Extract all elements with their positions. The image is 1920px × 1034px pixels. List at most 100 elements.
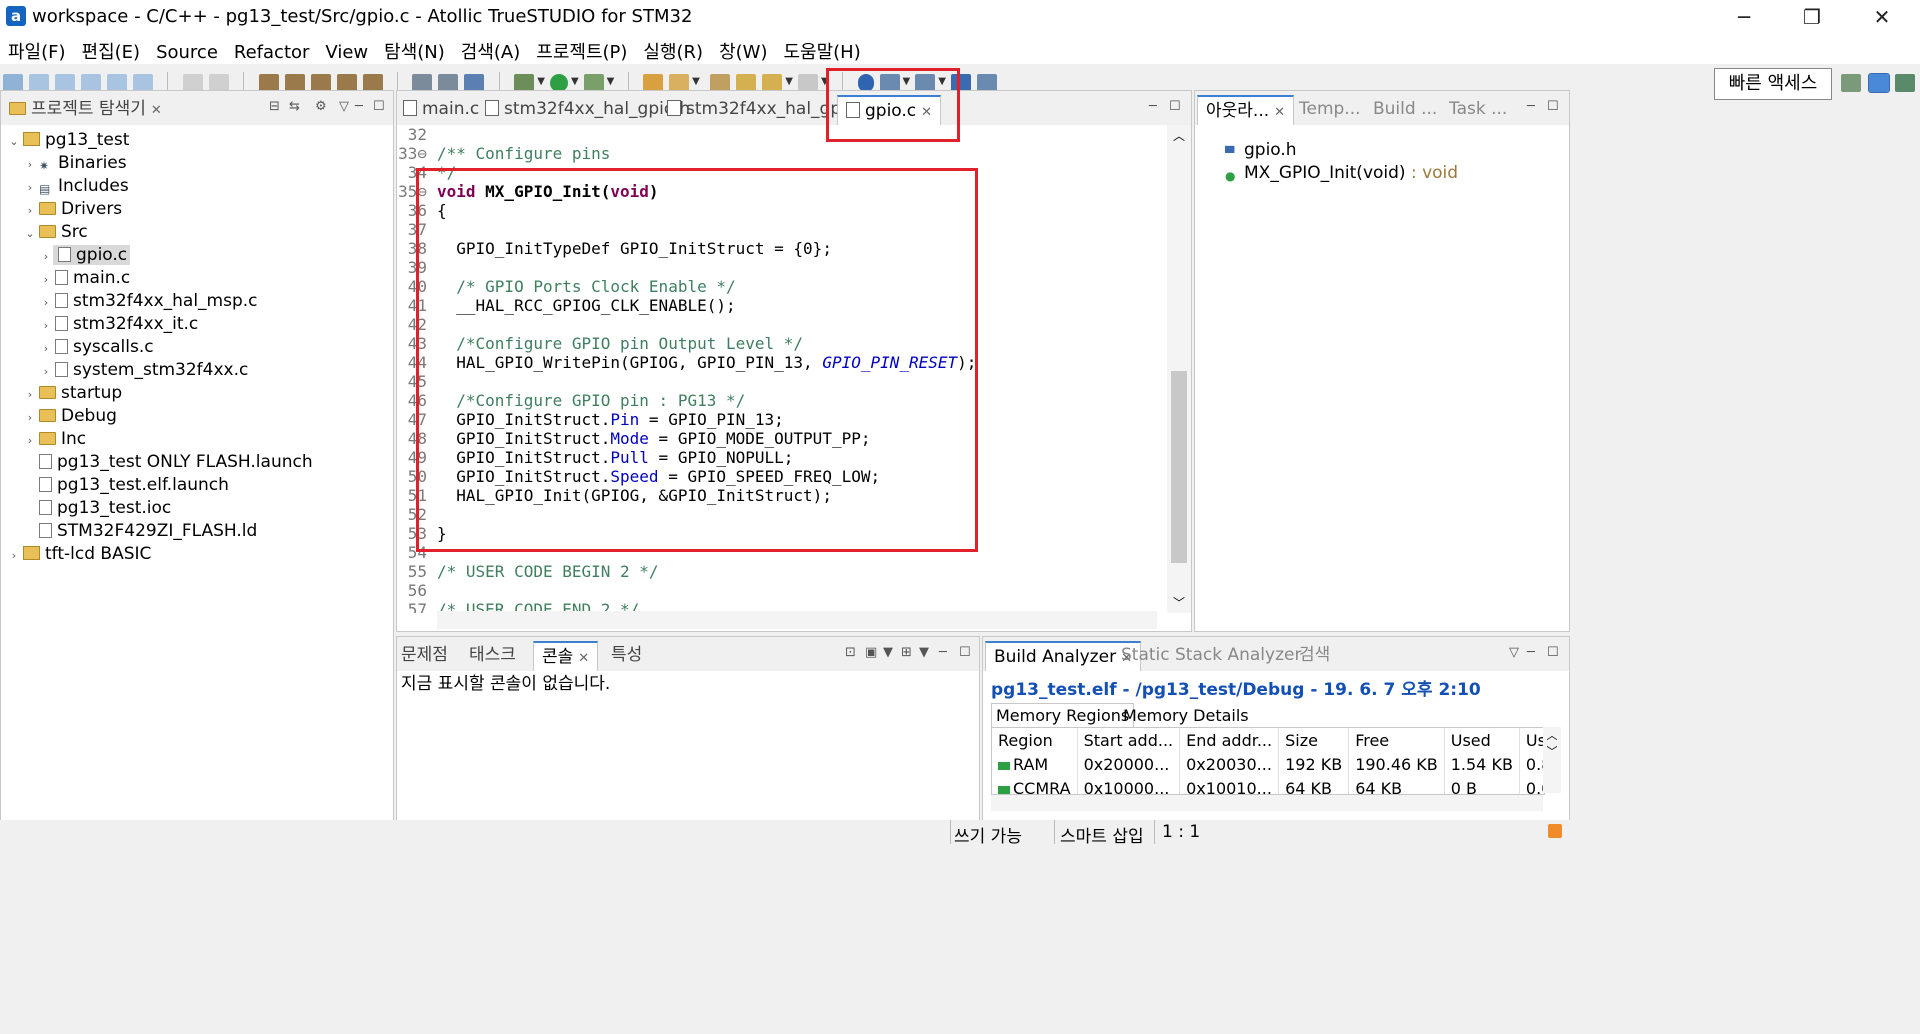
- menu-window[interactable]: 창(W): [711, 34, 775, 64]
- chevron-right-icon[interactable]: ›: [39, 338, 53, 360]
- display-console-icon[interactable]: ▣: [865, 645, 877, 660]
- maximize-button[interactable]: ❐: [1782, 0, 1842, 34]
- chevron-right-icon[interactable]: ›: [39, 269, 53, 291]
- column-header[interactable]: Usage (: [1519, 728, 1544, 752]
- cc-perspective-icon[interactable]: [1868, 73, 1890, 93]
- tab-task[interactable]: Task ...: [1449, 95, 1507, 123]
- chevron-down-icon[interactable]: ▼: [537, 76, 545, 87]
- chevron-right-icon[interactable]: ›: [23, 154, 37, 176]
- tree-item-system[interactable]: › system_stm32f4xx.c: [39, 359, 249, 383]
- close-icon[interactable]: ✕: [578, 651, 589, 666]
- tab-main-c[interactable]: main.c: [403, 95, 479, 123]
- tab-hal-gpio-h[interactable]: stm32f4xx_hal_gpio.h: [485, 95, 690, 123]
- outline-include[interactable]: ▀ gpio.h: [1223, 139, 1297, 161]
- table-vertical-scrollbar[interactable]: ︿ ﹀: [1543, 727, 1561, 793]
- chevron-down-icon[interactable]: ▼: [919, 645, 929, 660]
- tree-item-startup[interactable]: › startup: [23, 382, 122, 404]
- tab-project-explorer[interactable]: 프로젝트 탐색기 ✕: [7, 95, 162, 123]
- chevron-down-icon[interactable]: ⌄: [23, 223, 37, 245]
- tree-item-ld[interactable]: STM32F429ZI_FLASH.ld: [23, 520, 257, 542]
- table-row[interactable]: RAM 0x20000... 0x20030... 192 KB 190.46 …: [992, 752, 1544, 776]
- menu-source[interactable]: Source: [148, 38, 226, 63]
- column-header[interactable]: Used: [1444, 728, 1520, 752]
- chevron-right-icon[interactable]: ›: [39, 315, 53, 337]
- chevron-down-icon[interactable]: ▼: [785, 76, 793, 87]
- tab-template[interactable]: Temp...: [1299, 95, 1361, 123]
- tree-item-it[interactable]: › stm32f4xx_it.c: [39, 313, 198, 335]
- column-header[interactable]: Size: [1278, 728, 1350, 752]
- chevron-right-icon[interactable]: ›: [7, 545, 21, 567]
- editor-vertical-scrollbar[interactable]: ︿ ﹀: [1167, 125, 1191, 613]
- tree-item-hal-msp[interactable]: › stm32f4xx_hal_msp.c: [39, 290, 258, 312]
- maximize-icon[interactable]: ☐: [1547, 645, 1559, 660]
- column-header[interactable]: End addr...: [1179, 728, 1280, 752]
- chevron-down-icon[interactable]: ▼: [607, 76, 615, 87]
- open-console-icon[interactable]: ⊞: [901, 645, 912, 660]
- menu-navigate[interactable]: 탐색(N): [376, 34, 453, 64]
- column-header[interactable]: Region: [992, 728, 1078, 752]
- maximize-icon[interactable]: ☐: [1169, 99, 1181, 114]
- tree-item-src[interactable]: ⌄ Src: [23, 221, 87, 245]
- chevron-right-icon[interactable]: ›: [39, 361, 53, 383]
- menu-file[interactable]: 파일(F): [0, 34, 74, 64]
- collapse-all-icon[interactable]: ⊟: [269, 99, 280, 114]
- tree-project-tft-lcd[interactable]: › tft-lcd BASIC: [7, 543, 152, 567]
- scroll-thumb[interactable]: [1171, 371, 1187, 563]
- close-button[interactable]: ✕: [1852, 0, 1912, 34]
- column-header[interactable]: Free: [1348, 728, 1445, 752]
- table-row[interactable]: CCMRA 0x10000... 0x10010... 64 KB 64 KB …: [992, 776, 1544, 794]
- editor-horizontal-scrollbar[interactable]: [437, 611, 1157, 629]
- tree-item-main-c[interactable]: › main.c: [39, 267, 130, 289]
- tab-problems[interactable]: 문제점: [401, 641, 448, 669]
- tree-item-drivers[interactable]: › Drivers: [23, 198, 122, 220]
- filter-icon[interactable]: ⚙: [315, 99, 327, 114]
- minimize-button[interactable]: ─: [1714, 0, 1774, 34]
- tab-static-stack[interactable]: Static Stack Analyzer: [1121, 641, 1301, 669]
- chevron-right-icon[interactable]: ›: [23, 177, 37, 199]
- maximize-icon[interactable]: ☐: [373, 99, 385, 114]
- close-icon[interactable]: ✕: [1274, 105, 1285, 120]
- view-menu-icon[interactable]: ▽: [1509, 645, 1519, 660]
- tree-project-pg13-test[interactable]: ⌄ pg13_test: [7, 129, 129, 151]
- chevron-down-icon[interactable]: ▼: [883, 645, 893, 660]
- chevron-right-icon[interactable]: ›: [39, 292, 53, 314]
- subtab-memory-regions[interactable]: Memory Regions: [991, 703, 1135, 728]
- menu-run[interactable]: 실행(R): [635, 34, 711, 64]
- tree-item-launch-elf[interactable]: pg13_test.elf.launch: [23, 474, 229, 496]
- subtab-memory-details[interactable]: Memory Details: [1119, 705, 1253, 727]
- tab-outline[interactable]: 아웃라... ✕: [1197, 95, 1295, 125]
- chevron-down-icon[interactable]: ⌄: [7, 131, 21, 153]
- menu-view[interactable]: View: [317, 38, 376, 63]
- maximize-icon[interactable]: ☐: [959, 645, 971, 660]
- scroll-down-icon[interactable]: ﹀: [1167, 594, 1191, 611]
- close-icon[interactable]: ✕: [151, 103, 162, 118]
- chevron-right-icon[interactable]: ›: [23, 407, 37, 429]
- link-editor-icon[interactable]: ⇆: [289, 99, 300, 114]
- menu-refactor[interactable]: Refactor: [226, 38, 318, 63]
- chevron-right-icon[interactable]: ›: [39, 246, 53, 268]
- tree-item-syscalls[interactable]: › syscalls.c: [39, 336, 154, 358]
- console-pin-icon[interactable]: ⊡: [845, 645, 856, 660]
- tab-build-analyzer[interactable]: Build Analyzer ✕: [985, 641, 1141, 671]
- tree-item-inc[interactable]: › Inc: [23, 428, 86, 450]
- chevron-right-icon[interactable]: ›: [23, 430, 37, 452]
- minimize-icon[interactable]: ─: [355, 99, 363, 114]
- chevron-right-icon[interactable]: ›: [23, 384, 37, 406]
- scroll-up-icon[interactable]: ︿: [1167, 127, 1191, 144]
- minimize-icon[interactable]: ─: [1527, 99, 1535, 114]
- menu-help[interactable]: 도움말(H): [775, 34, 868, 64]
- tree-item-gpio-c[interactable]: › gpio.c: [39, 244, 131, 268]
- tree-item-includes[interactable]: › ▤ Includes: [23, 175, 129, 197]
- tree-item-launch-flash[interactable]: pg13_test ONLY FLASH.launch: [23, 451, 313, 473]
- column-header[interactable]: Start add...: [1077, 728, 1181, 752]
- tab-search[interactable]: 검색: [1299, 641, 1330, 669]
- outline-function[interactable]: ● MX_GPIO_Init(void) : void: [1223, 162, 1458, 184]
- tree-item-binaries[interactable]: › ✷ Binaries: [23, 152, 127, 174]
- chevron-right-icon[interactable]: ›: [23, 200, 37, 222]
- rss-feed-icon[interactable]: [1548, 824, 1562, 838]
- tab-build[interactable]: Build ...: [1373, 95, 1437, 123]
- minimize-icon[interactable]: ─: [1527, 645, 1535, 660]
- view-menu-icon[interactable]: ▽: [339, 99, 349, 114]
- tree-item-debug[interactable]: › Debug: [23, 405, 117, 427]
- menu-project[interactable]: 프로젝트(P): [528, 34, 635, 64]
